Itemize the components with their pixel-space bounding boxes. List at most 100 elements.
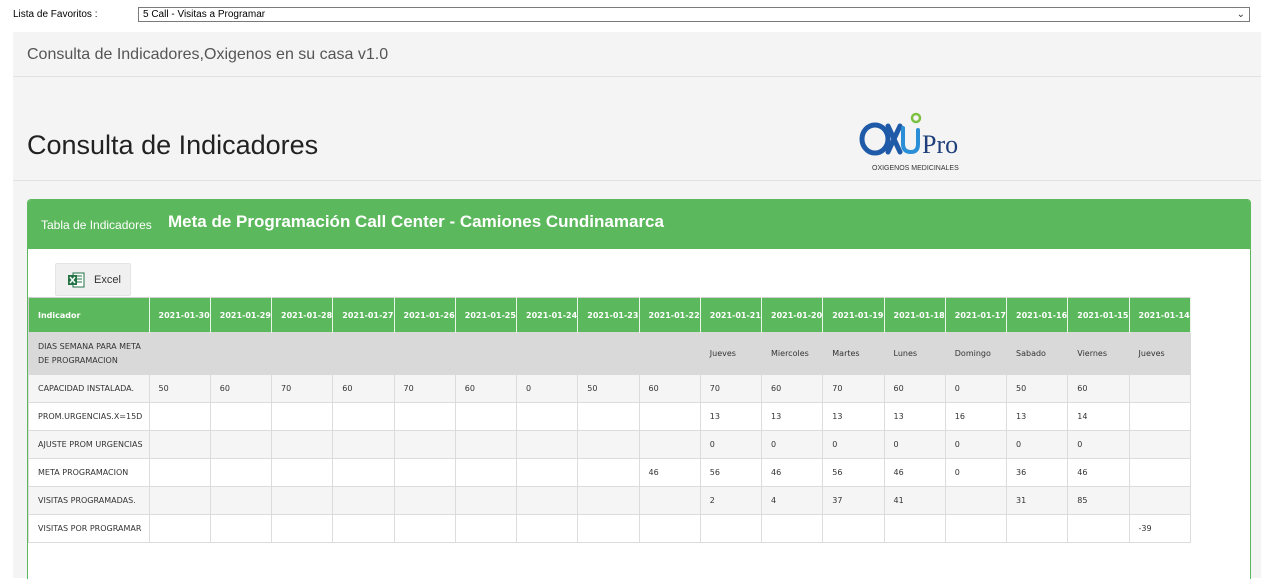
table-cell: 46 xyxy=(1067,458,1130,487)
table-cell xyxy=(271,514,334,543)
column-header-date: 2021-01-22 xyxy=(639,297,701,333)
oxipro-logo: Pro OXIGENOS MEDICINALES xyxy=(858,110,988,174)
table-cell: 13 xyxy=(761,402,824,431)
table-cell: 13 xyxy=(883,402,946,431)
table-cell: 50 xyxy=(577,374,640,403)
table-cell xyxy=(271,486,334,515)
table-cell xyxy=(393,486,456,515)
table-cell xyxy=(883,514,946,543)
column-header-date: 2021-01-20 xyxy=(761,297,824,333)
table-cell: 60 xyxy=(454,374,518,403)
favorites-bar: Lista de Favoritos : 5 Call - Visitas a … xyxy=(0,0,1265,30)
table-cell: 0 xyxy=(1067,430,1130,459)
table-cell xyxy=(393,402,456,431)
table-cell: Viernes xyxy=(1067,332,1130,375)
logo-tagline: OXIGENOS MEDICINALES xyxy=(872,165,959,172)
row-label: PROM.URGENCIAS.X=15D xyxy=(28,402,150,431)
column-header-date: 2021-01-18 xyxy=(884,297,946,333)
table-cell xyxy=(454,458,518,487)
table-cell: 60 xyxy=(209,374,273,403)
table-cell xyxy=(638,514,701,543)
table-cell: 4 xyxy=(761,486,824,515)
table-cell xyxy=(1006,514,1069,543)
table-cell: 60 xyxy=(761,374,824,403)
column-header-date: 2021-01-25 xyxy=(455,297,518,333)
table-cell xyxy=(1128,402,1192,431)
table-cell xyxy=(209,402,273,431)
table-row: AJUSTE PROM URGENCIAS 0 0 0 0 0 0 0 xyxy=(28,430,1192,459)
table-cell xyxy=(148,332,211,375)
table-cell xyxy=(638,430,701,459)
table-row: PROM.URGENCIAS.X=15D 13 13 13 13 16 13 14 xyxy=(28,402,1192,431)
excel-icon xyxy=(68,272,85,288)
table-cell xyxy=(271,458,334,487)
card-header: Tabla de Indicadores Meta de Programació… xyxy=(28,200,1250,249)
table-cell xyxy=(516,402,579,431)
table-cell: 60 xyxy=(1067,374,1130,403)
table-cell xyxy=(638,332,701,375)
table-cell xyxy=(944,514,1008,543)
table-row: CAPACIDAD INSTALADA. 50 60 70 60 70 60 0 50 60 70 6… xyxy=(28,374,1192,403)
table-cell xyxy=(822,514,885,543)
table-cell: 14 xyxy=(1067,402,1130,431)
table-cell xyxy=(209,514,273,543)
table-cell: 37 xyxy=(822,486,885,515)
favorites-label: Lista de Favoritos : xyxy=(13,9,98,20)
table-cell: Jueves xyxy=(1128,332,1192,375)
table-cell xyxy=(699,514,763,543)
column-header-date: 2021-01-27 xyxy=(332,297,395,333)
row-label: META PROGRAMACION xyxy=(28,458,150,487)
table-cell: 13 xyxy=(699,402,763,431)
table-cell: 0 xyxy=(822,430,885,459)
table-cell: 13 xyxy=(1006,402,1069,431)
table-cell: 60 xyxy=(883,374,946,403)
table-cell xyxy=(1128,374,1192,403)
table-cell xyxy=(1128,458,1192,487)
row-label: CAPACIDAD INSTALADA. xyxy=(28,374,150,403)
table-cell: Domingo xyxy=(944,332,1008,375)
table-cell: 60 xyxy=(332,374,395,403)
table-cell: 0 xyxy=(944,458,1008,487)
table-cell: 70 xyxy=(271,374,334,403)
table-cell: 0 xyxy=(699,430,763,459)
table-cell xyxy=(454,430,518,459)
row-label: AJUSTE PROM URGENCIAS xyxy=(28,430,150,459)
table-cell: 13 xyxy=(822,402,885,431)
favorites-select[interactable]: 5 Call - Visitas a Programar ⌄ xyxy=(138,7,1250,22)
table-cell: 0 xyxy=(883,430,946,459)
table-cell xyxy=(393,458,456,487)
table-row: VISITAS POR PROGRAMAR -39 xyxy=(28,514,1192,543)
table-cell xyxy=(209,332,273,375)
column-header-indicador: Indicador xyxy=(28,297,150,333)
table-cell xyxy=(577,514,640,543)
card-title: Meta de Programación Call Center - Camio… xyxy=(168,212,664,231)
table-cell: 56 xyxy=(822,458,885,487)
table-cell xyxy=(577,402,640,431)
table-cell xyxy=(148,486,211,515)
table-cell xyxy=(516,332,579,375)
table-cell xyxy=(148,458,211,487)
table-cell xyxy=(332,514,395,543)
table-cell xyxy=(454,486,518,515)
table-cell xyxy=(577,458,640,487)
divider xyxy=(13,180,1261,181)
table-cell: Sabado xyxy=(1006,332,1069,375)
table-cell xyxy=(209,486,273,515)
table-cell: 46 xyxy=(883,458,946,487)
table-cell: 0 xyxy=(944,374,1008,403)
table-cell xyxy=(516,458,579,487)
table-cell: Martes xyxy=(822,332,885,375)
table-cell: 0 xyxy=(516,374,579,403)
table-cell: 2 xyxy=(699,486,763,515)
row-label: DIAS SEMANA PARA META DE PROGRAMACION xyxy=(28,332,150,375)
table-cell xyxy=(148,514,211,543)
excel-export-button[interactable]: Excel xyxy=(55,263,131,296)
table-cell xyxy=(393,514,456,543)
table-cell xyxy=(209,430,273,459)
table-row: VISITAS PROGRAMADAS. 2 4 37 41 31 85 xyxy=(28,486,1192,515)
table-cell xyxy=(209,458,273,487)
table-cell: 16 xyxy=(944,402,1008,431)
table-cell xyxy=(148,430,211,459)
table-cell: 70 xyxy=(393,374,456,403)
table-cell xyxy=(454,402,518,431)
